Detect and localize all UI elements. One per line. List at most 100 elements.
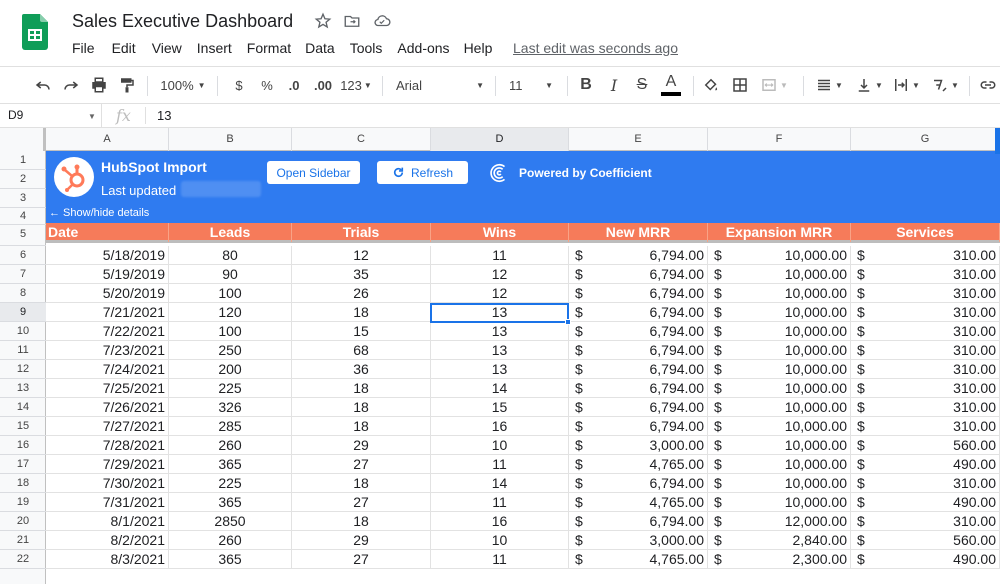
cell-new-mrr[interactable]: $6,794.00: [569, 512, 708, 531]
cell-new-mrr[interactable]: $3,000.00: [569, 531, 708, 550]
cell-trials[interactable]: 18: [292, 398, 431, 417]
column-header-a[interactable]: A: [46, 128, 169, 151]
cell-expansion-mrr[interactable]: $10,000.00: [708, 436, 851, 455]
cell-date[interactable]: 7/29/2021: [46, 455, 169, 474]
cell-trials[interactable]: 27: [292, 550, 431, 569]
zoom-select[interactable]: 100% ▼: [158, 67, 208, 103]
increase-decimal-button[interactable]: .00: [311, 67, 335, 103]
formula-input[interactable]: 13: [157, 108, 171, 123]
last-edit-link[interactable]: Last edit was seconds ago: [513, 40, 678, 56]
fill-handle[interactable]: [565, 319, 571, 325]
cell-leads[interactable]: 2850: [169, 512, 292, 531]
vertical-align-button[interactable]: ▼: [852, 67, 886, 103]
header-wins[interactable]: Wins: [431, 223, 569, 242]
cell-services[interactable]: $560.00: [851, 436, 1000, 455]
select-all-corner[interactable]: [0, 128, 46, 151]
cell-services[interactable]: $310.00: [851, 417, 1000, 436]
column-header-f[interactable]: F: [708, 128, 851, 151]
cell-trials[interactable]: 27: [292, 455, 431, 474]
menu-tools[interactable]: Tools: [350, 40, 383, 58]
paint-format-button[interactable]: [116, 67, 138, 103]
refresh-button[interactable]: Refresh: [377, 161, 468, 184]
cell-date[interactable]: 7/30/2021: [46, 474, 169, 493]
show-hide-details-link[interactable]: ← Show/hide details: [49, 207, 149, 219]
cell-new-mrr[interactable]: $6,794.00: [569, 246, 708, 265]
cell-expansion-mrr[interactable]: $2,840.00: [708, 531, 851, 550]
menu-file[interactable]: File: [72, 40, 95, 58]
cell-date[interactable]: 7/28/2021: [46, 436, 169, 455]
menu-help[interactable]: Help: [464, 40, 493, 58]
cell-new-mrr[interactable]: $3,000.00: [569, 436, 708, 455]
percent-format-button[interactable]: %: [258, 67, 276, 103]
cell-date[interactable]: 5/20/2019: [46, 284, 169, 303]
cell-expansion-mrr[interactable]: $12,000.00: [708, 512, 851, 531]
cell-leads[interactable]: 90: [169, 265, 292, 284]
cell-date[interactable]: 7/26/2021: [46, 398, 169, 417]
cell-trials[interactable]: 18: [292, 417, 431, 436]
cell-trials[interactable]: 18: [292, 303, 431, 322]
cell-trials[interactable]: 18: [292, 512, 431, 531]
redo-button[interactable]: [60, 67, 82, 103]
cell-trials[interactable]: 12: [292, 246, 431, 265]
cell-wins[interactable]: 12: [431, 265, 569, 284]
cell-new-mrr[interactable]: $6,794.00: [569, 379, 708, 398]
name-box[interactable]: D9: [0, 104, 102, 127]
cell-trials[interactable]: 15: [292, 322, 431, 341]
cell-trials[interactable]: 36: [292, 360, 431, 379]
horizontal-align-button[interactable]: ▼: [812, 67, 846, 103]
cell-date[interactable]: 8/1/2021: [46, 512, 169, 531]
cell-wins[interactable]: 13: [431, 360, 569, 379]
cell-new-mrr[interactable]: $6,794.00: [569, 303, 708, 322]
cell-trials[interactable]: 68: [292, 341, 431, 360]
cell-wins[interactable]: 16: [431, 417, 569, 436]
text-wrap-button[interactable]: ▼: [889, 67, 923, 103]
move-folder-icon[interactable]: [343, 12, 361, 30]
text-color-button[interactable]: A: [660, 67, 682, 103]
cell-leads[interactable]: 365: [169, 493, 292, 512]
row-header-6[interactable]: 6: [0, 246, 46, 265]
sheets-logo-icon[interactable]: [22, 14, 48, 50]
open-sidebar-button[interactable]: Open Sidebar: [267, 161, 360, 184]
cell-services[interactable]: $490.00: [851, 550, 1000, 569]
cell-wins[interactable]: 10: [431, 436, 569, 455]
menu-insert[interactable]: Insert: [197, 40, 232, 58]
cell-trials[interactable]: 35: [292, 265, 431, 284]
cell-services[interactable]: $310.00: [851, 474, 1000, 493]
cell-new-mrr[interactable]: $6,794.00: [569, 265, 708, 284]
row-header-12[interactable]: 12: [0, 360, 46, 379]
cell-new-mrr[interactable]: $6,794.00: [569, 474, 708, 493]
cell-expansion-mrr[interactable]: $10,000.00: [708, 493, 851, 512]
row-header-21[interactable]: 21: [0, 531, 46, 550]
cell-wins[interactable]: 10: [431, 531, 569, 550]
row-header-10[interactable]: 10: [0, 322, 46, 341]
cell-expansion-mrr[interactable]: $10,000.00: [708, 303, 851, 322]
undo-button[interactable]: [32, 67, 54, 103]
row-header-14[interactable]: 14: [0, 398, 46, 417]
column-header-b[interactable]: B: [169, 128, 292, 151]
cell-new-mrr[interactable]: $6,794.00: [569, 341, 708, 360]
cell-expansion-mrr[interactable]: $10,000.00: [708, 417, 851, 436]
row-header-8[interactable]: 8: [0, 284, 46, 303]
header-trials[interactable]: Trials: [292, 223, 431, 242]
print-button[interactable]: [88, 67, 110, 103]
italic-button[interactable]: I: [604, 67, 624, 103]
cell-services[interactable]: $310.00: [851, 398, 1000, 417]
cell-leads[interactable]: 100: [169, 284, 292, 303]
cell-trials[interactable]: 29: [292, 436, 431, 455]
row-header-15[interactable]: 15: [0, 417, 46, 436]
header-leads[interactable]: Leads: [169, 223, 292, 242]
cell-date[interactable]: 7/31/2021: [46, 493, 169, 512]
cell-new-mrr[interactable]: $4,765.00: [569, 493, 708, 512]
cell-leads[interactable]: 225: [169, 379, 292, 398]
cell-date[interactable]: 7/22/2021: [46, 322, 169, 341]
cell-date[interactable]: 7/25/2021: [46, 379, 169, 398]
row-header-9[interactable]: 9: [0, 303, 46, 322]
cell-expansion-mrr[interactable]: $10,000.00: [708, 265, 851, 284]
cell-trials[interactable]: 29: [292, 531, 431, 550]
cell-wins[interactable]: 12: [431, 284, 569, 303]
cell-new-mrr[interactable]: $6,794.00: [569, 417, 708, 436]
cell-date[interactable]: 7/27/2021: [46, 417, 169, 436]
header-services[interactable]: Services: [851, 223, 1000, 242]
row-header-20[interactable]: 20: [0, 512, 46, 531]
cell-leads[interactable]: 120: [169, 303, 292, 322]
